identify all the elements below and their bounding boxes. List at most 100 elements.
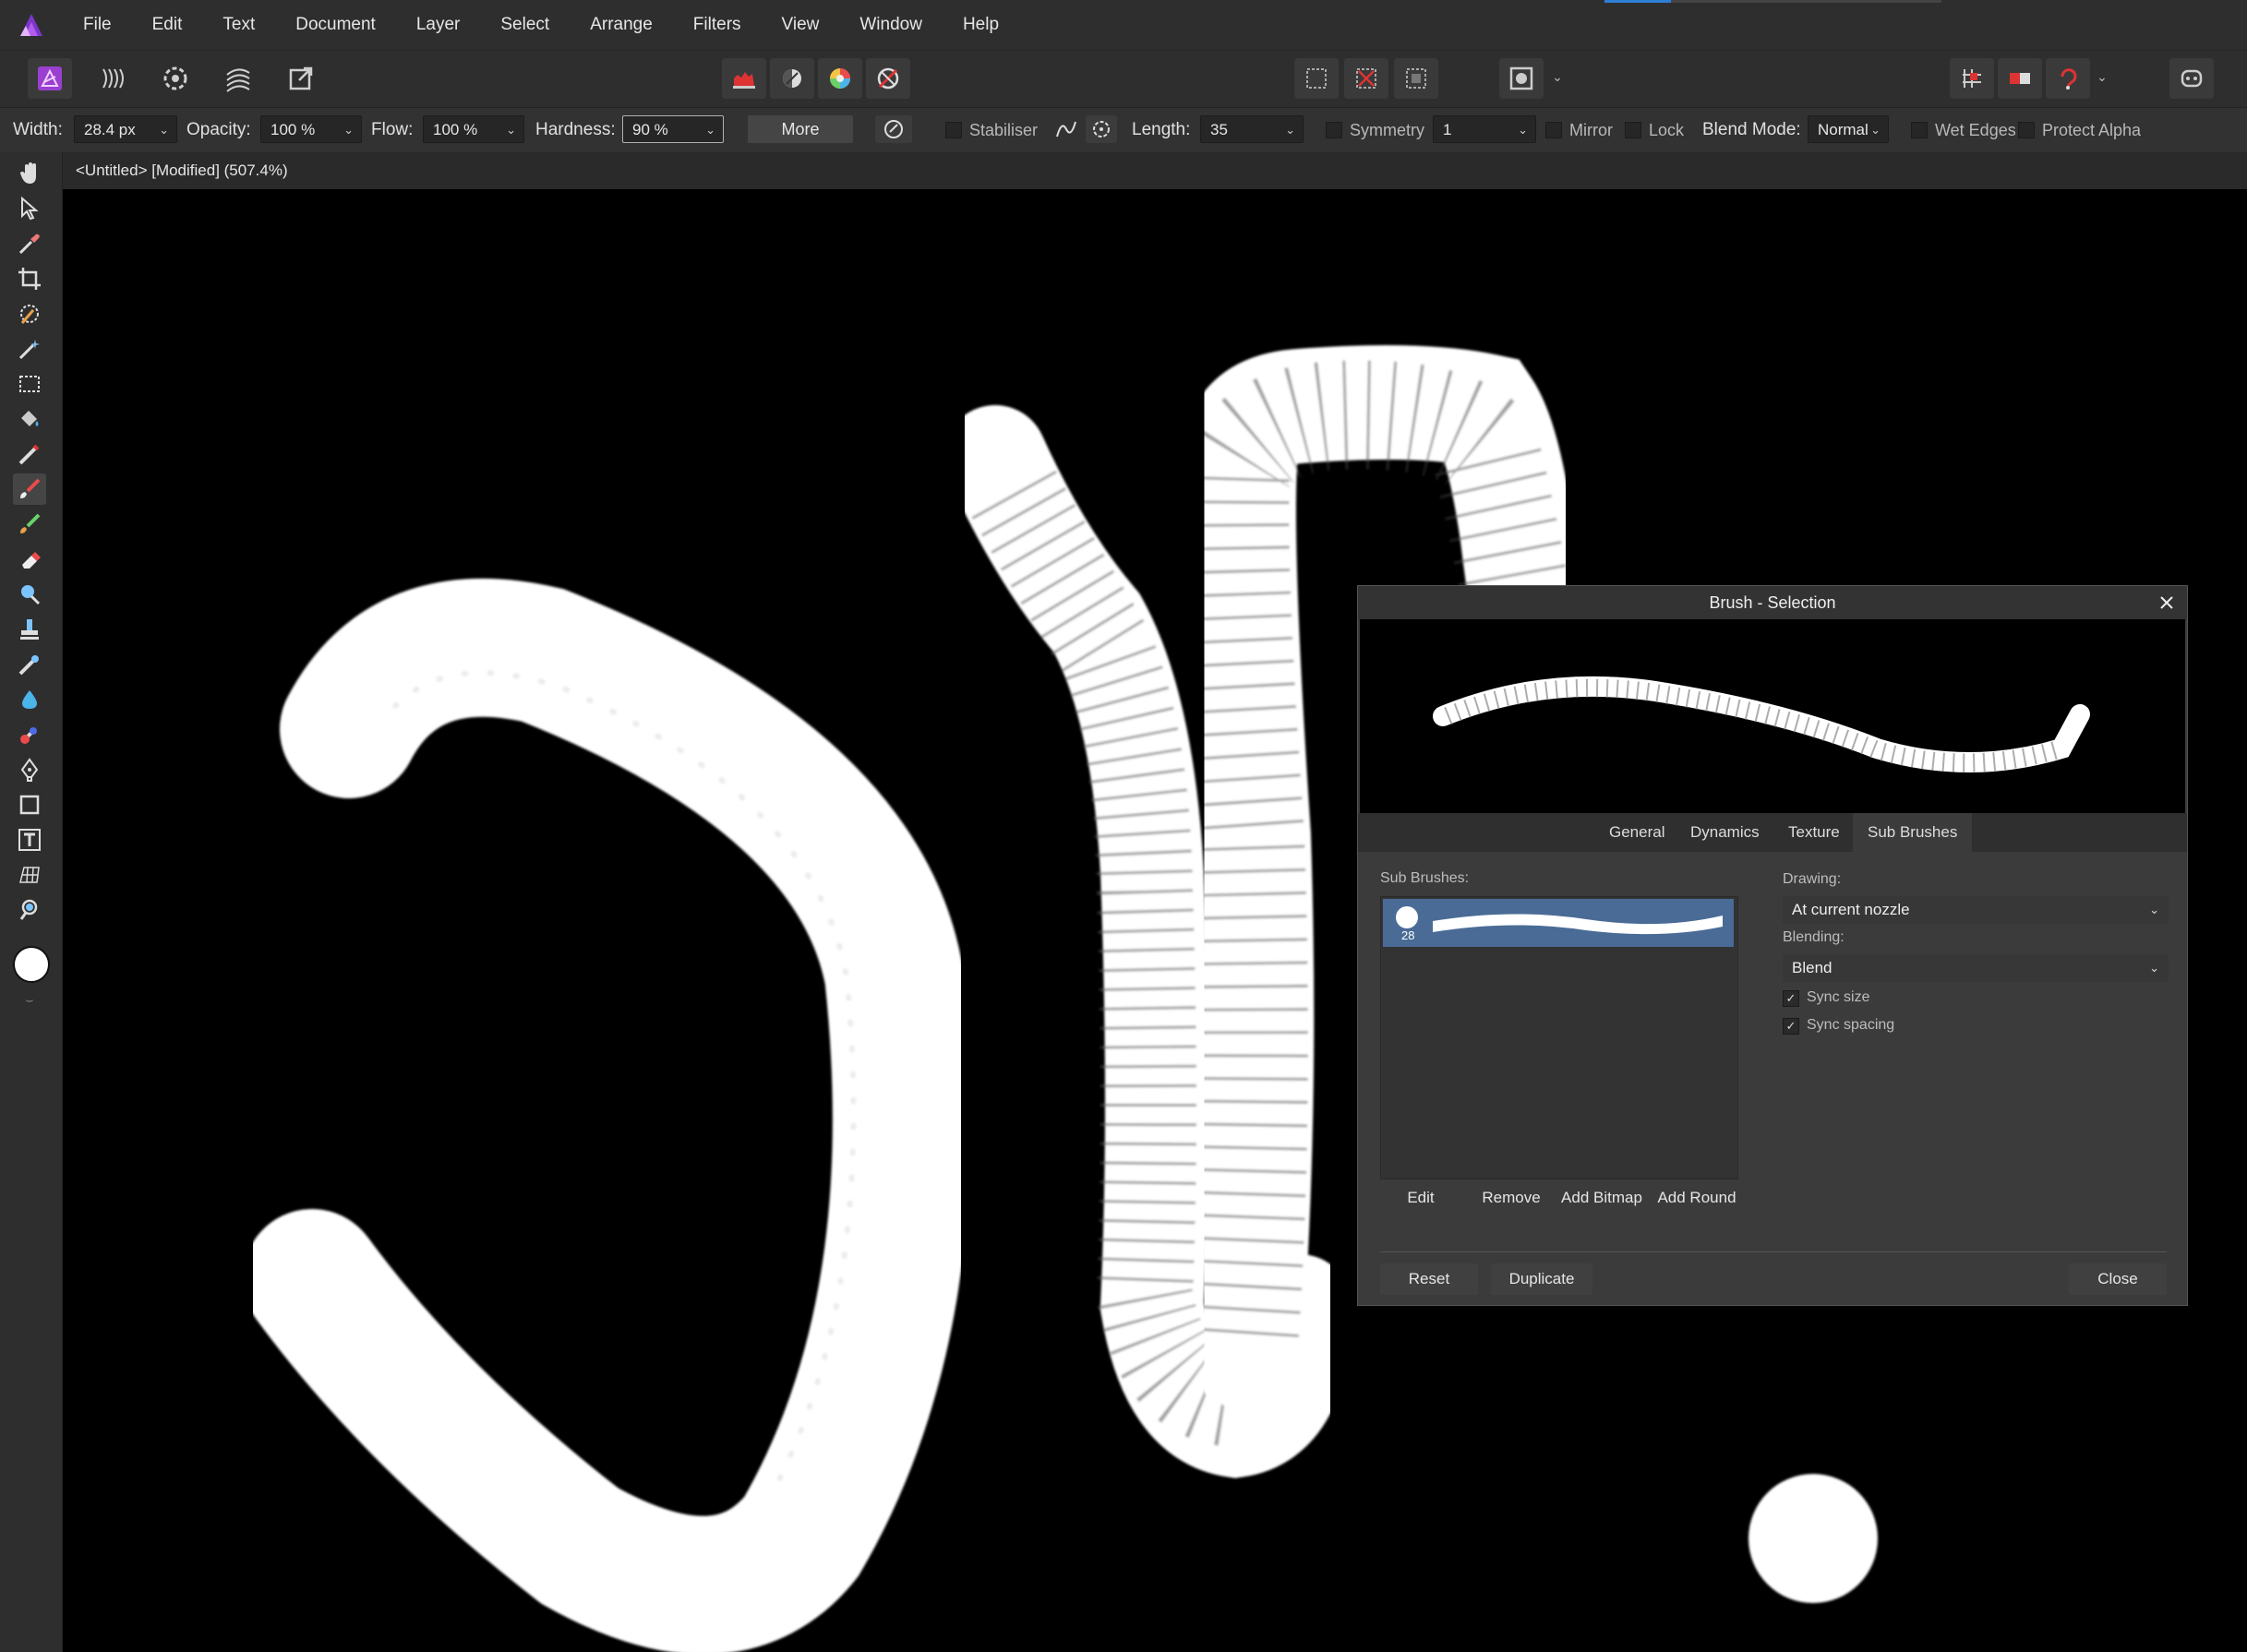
menu-layer[interactable]: Layer <box>396 0 481 50</box>
hardness-field[interactable]: 90 % ⌄ <box>622 115 724 143</box>
paint-brush-tool-icon[interactable] <box>13 473 46 505</box>
pen-tool-icon[interactable] <box>13 754 46 785</box>
add-round-button[interactable]: Add Round <box>1652 1182 1742 1214</box>
symmetry-field[interactable]: 1 ⌄ <box>1433 115 1536 143</box>
tone-mapping-persona-icon[interactable] <box>216 58 260 99</box>
blending-label: Blending: <box>1783 929 1844 945</box>
rope-mode-icon[interactable] <box>1051 115 1082 143</box>
view-tool-icon[interactable] <box>13 158 46 189</box>
menu-window[interactable]: Window <box>839 0 943 50</box>
duplicate-button[interactable]: Duplicate <box>1491 1263 1592 1295</box>
menu-document[interactable]: Document <box>275 0 396 50</box>
chevron-down-icon[interactable]: ⌄ <box>1549 69 1566 88</box>
menu-edit[interactable]: Edit <box>132 0 203 50</box>
close-button[interactable]: Close <box>2069 1263 2167 1295</box>
photo-persona-icon[interactable] <box>28 58 72 99</box>
opacity-field[interactable]: 100 % ⌄ <box>260 115 362 143</box>
mesh-warp-tool-icon[interactable] <box>13 859 46 891</box>
primary-color-swatch[interactable] <box>13 946 50 983</box>
brush-stroke-left <box>243 578 971 1652</box>
more-button[interactable]: More <box>748 115 853 143</box>
menu-view[interactable]: View <box>762 0 840 50</box>
flow-field[interactable]: 100 % ⌄ <box>423 115 524 143</box>
mirror-checkbox[interactable] <box>1545 122 1562 138</box>
tab-dynamics[interactable]: Dynamics <box>1676 813 1774 852</box>
edit-button[interactable]: Edit <box>1380 1182 1461 1214</box>
snapping-icon[interactable] <box>1950 58 1994 99</box>
lock-checkbox[interactable] <box>1625 122 1641 138</box>
color-replacement-tool-icon[interactable] <box>13 509 46 540</box>
menu-select[interactable]: Select <box>480 0 570 50</box>
clone-brush-tool-icon[interactable] <box>13 614 46 645</box>
invert-selection-icon[interactable] <box>1394 58 1438 99</box>
tab-sub-brushes[interactable]: Sub Brushes <box>1853 813 1973 852</box>
erase-brush-tool-icon[interactable] <box>13 544 46 575</box>
histogram-icon[interactable] <box>722 58 766 99</box>
menu-filters[interactable]: Filters <box>673 0 762 50</box>
stabiliser-label: Stabiliser <box>969 121 1039 139</box>
swap-colors-icon[interactable]: ⌣ <box>20 992 39 1007</box>
color-wheel-icon[interactable] <box>818 58 862 99</box>
selection-brush-tool-icon[interactable] <box>13 298 46 329</box>
flood-fill-tool-icon[interactable] <box>13 403 46 435</box>
text-tool-icon[interactable] <box>13 824 46 856</box>
chevron-down-icon[interactable]: ⌄ <box>2094 69 2110 88</box>
smudge-brush-tool-icon[interactable] <box>13 719 46 750</box>
develop-persona-icon[interactable] <box>153 58 198 99</box>
move-tool-icon[interactable] <box>13 193 46 224</box>
dialog-title: Brush - Selection <box>1358 586 2187 619</box>
sync-size-checkbox[interactable]: ✓ <box>1783 990 1799 1007</box>
flow-label: Flow: <box>371 120 414 139</box>
document-tab[interactable]: <Untitled> [Modified] (507.4%) <box>63 152 2247 189</box>
window-mode-icon[interactable] <box>1086 115 1117 143</box>
wet-edges-checkbox[interactable] <box>1911 122 1928 138</box>
tab-general[interactable]: General <box>1594 813 1679 852</box>
levels-icon[interactable] <box>770 58 814 99</box>
blend-mode-dropdown[interactable]: Normal ⌄ <box>1808 115 1889 143</box>
add-bitmap-button[interactable]: Add Bitmap <box>1556 1182 1648 1214</box>
remove-button[interactable]: Remove <box>1471 1182 1552 1214</box>
assistant-icon[interactable] <box>1998 58 2042 99</box>
symmetry-checkbox[interactable] <box>1326 122 1342 138</box>
quick-mask-icon[interactable] <box>1499 58 1544 99</box>
dodge-brush-tool-icon[interactable] <box>13 579 46 610</box>
progress-indicator <box>1604 0 1941 3</box>
affinity-photo-logo-icon[interactable] <box>0 0 63 50</box>
width-value: 28.4 px <box>84 121 136 138</box>
length-field[interactable]: 35 ⌄ <box>1200 115 1304 143</box>
rectangle-tool-icon[interactable] <box>13 789 46 820</box>
color-picker-tool-icon[interactable] <box>13 228 46 259</box>
menu-file[interactable]: File <box>63 0 132 50</box>
zoom-tool-icon[interactable] <box>13 894 46 926</box>
selection-mode-icon[interactable] <box>1294 58 1339 99</box>
protect-alpha-checkbox[interactable] <box>2018 122 2035 138</box>
marquee-tool-icon[interactable] <box>13 368 46 400</box>
crop-tool-icon[interactable] <box>13 263 46 294</box>
force-pixel-alignment-icon[interactable] <box>2046 58 2090 99</box>
drawing-dropdown[interactable]: At current nozzle ⌄ <box>1783 896 2169 924</box>
deselect-icon[interactable] <box>1344 58 1388 99</box>
menu-arrange[interactable]: Arrange <box>570 0 673 50</box>
pixel-tool-icon[interactable] <box>13 438 46 470</box>
studio-link-icon[interactable] <box>2169 58 2214 99</box>
width-label: Width: <box>13 120 63 139</box>
blend-mode-label: Blend Mode: <box>1702 120 1801 139</box>
auto-adjust-icon[interactable] <box>866 58 910 99</box>
export-persona-icon[interactable] <box>279 58 323 99</box>
blur-brush-tool-icon[interactable] <box>13 684 46 715</box>
hardness-value: 90 % <box>632 121 668 138</box>
brush-settings-icon[interactable] <box>875 115 912 143</box>
tab-texture[interactable]: Texture <box>1773 813 1855 852</box>
sub-brush-item[interactable]: 28 <box>1383 899 1734 947</box>
liquify-persona-icon[interactable] <box>90 58 135 99</box>
menu-text[interactable]: Text <box>202 0 275 50</box>
blemish-removal-tool-icon[interactable] <box>13 649 46 680</box>
width-field[interactable]: 28.4 px ⌄ <box>74 115 177 143</box>
flood-select-tool-icon[interactable] <box>13 333 46 365</box>
close-icon[interactable] <box>2156 592 2178 614</box>
menu-help[interactable]: Help <box>943 0 1019 50</box>
stabiliser-checkbox[interactable] <box>945 122 962 138</box>
sync-spacing-checkbox[interactable]: ✓ <box>1783 1018 1799 1035</box>
blending-dropdown[interactable]: Blend ⌄ <box>1783 954 2169 982</box>
reset-button[interactable]: Reset <box>1380 1263 1478 1295</box>
